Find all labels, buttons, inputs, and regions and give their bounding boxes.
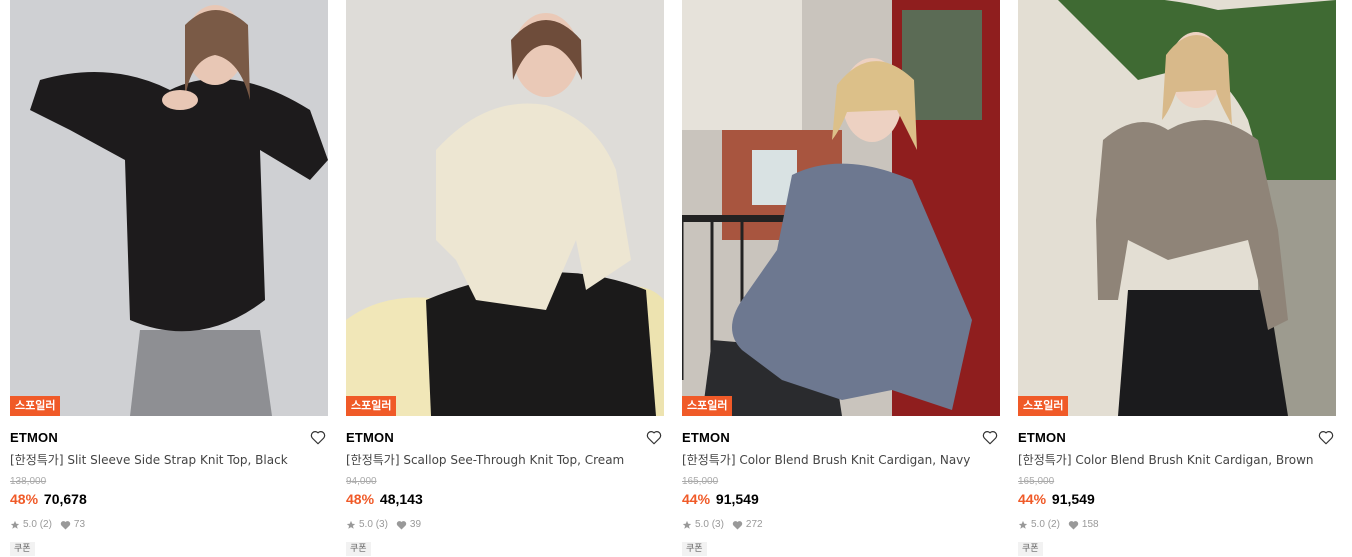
review-count: (3)	[711, 519, 724, 530]
coupon-tag: 쿠폰	[10, 542, 35, 556]
spoiler-badge: 스포일러	[346, 396, 397, 416]
sale-price: 91,549	[715, 491, 759, 507]
product-name[interactable]: [한정특가] Scallop See-Through Knit Top, Cre…	[346, 452, 664, 468]
star-icon	[1018, 520, 1028, 529]
rating: 5.0	[23, 519, 37, 530]
original-price: 165,000	[1018, 476, 1055, 487]
like-count: 158	[1081, 519, 1099, 530]
like-count: 272	[745, 519, 763, 530]
spoiler-badge: 스포일러	[10, 396, 61, 416]
heart-icon[interactable]	[981, 428, 999, 446]
product-image[interactable]: 스포일러	[682, 0, 1000, 416]
product-photo-brown-cardigan	[1018, 0, 1336, 416]
brand-name[interactable]: ETMON	[346, 430, 664, 446]
product-image[interactable]: 스포일러	[10, 0, 328, 416]
discount-rate: 48%	[346, 491, 375, 507]
review-count: (2)	[1047, 519, 1060, 530]
product-photo-navy-cardigan	[682, 0, 1000, 416]
sale-price: 91,549	[1051, 491, 1095, 507]
rating: 5.0	[359, 519, 373, 530]
like-count: 73	[73, 519, 86, 530]
heart-filled-icon	[732, 521, 743, 530]
review-meta: 5.0 (3) 39	[346, 519, 664, 531]
sale-price: 48,143	[379, 491, 423, 507]
brand-name[interactable]: ETMON	[10, 430, 328, 446]
review-meta: 5.0 (2) 73	[10, 519, 328, 531]
price-row: 44% 91,549	[1018, 490, 1336, 508]
product-card[interactable]: 스포일러 ETMON [한정특가] Scallop See-Through Kn…	[346, 0, 664, 557]
brand-name[interactable]: ETMON	[1018, 430, 1336, 446]
star-icon	[346, 520, 356, 529]
spoiler-badge: 스포일러	[1018, 396, 1069, 416]
product-name[interactable]: [한정특가] Slit Sleeve Side Strap Knit Top, …	[10, 452, 328, 468]
original-price: 165,000	[682, 476, 719, 487]
coupon-tag: 쿠폰	[346, 542, 371, 556]
sale-price: 70,678	[43, 491, 87, 507]
original-price: 94,000	[346, 476, 377, 487]
discount-rate: 44%	[682, 491, 711, 507]
like-count: 39	[409, 519, 422, 530]
star-icon	[10, 520, 20, 529]
heart-icon[interactable]	[309, 428, 327, 446]
coupon-tag: 쿠폰	[1018, 542, 1043, 556]
spoiler-badge: 스포일러	[682, 396, 733, 416]
product-name[interactable]: [한정특가] Color Blend Brush Knit Cardigan, …	[682, 452, 1000, 468]
heart-filled-icon	[1068, 521, 1079, 530]
review-count: (2)	[39, 519, 52, 530]
product-photo-cream-knit	[346, 0, 664, 416]
coupon-tag: 쿠폰	[682, 542, 707, 556]
product-card[interactable]: 스포일러 ETMON [한정특가] Slit Sleeve Side Strap…	[10, 0, 328, 557]
product-image[interactable]: 스포일러	[1018, 0, 1336, 416]
star-icon	[682, 520, 692, 529]
product-grid: 스포일러 ETMON [한정특가] Slit Sleeve Side Strap…	[0, 0, 1352, 557]
product-card[interactable]: 스포일러 ETMON [한정특가] Color Blend Brush Knit…	[1018, 0, 1336, 557]
review-count: (3)	[375, 519, 388, 530]
rating: 5.0	[1031, 519, 1045, 530]
review-meta: 5.0 (3) 272	[682, 519, 1000, 531]
rating: 5.0	[695, 519, 709, 530]
discount-rate: 44%	[1018, 491, 1047, 507]
price-row: 44% 91,549	[682, 490, 1000, 508]
original-price: 138,000	[10, 476, 47, 487]
price-row: 48% 48,143	[346, 490, 664, 508]
product-photo-black-knit	[10, 0, 328, 416]
heart-filled-icon	[60, 521, 71, 530]
brand-name[interactable]: ETMON	[682, 430, 1000, 446]
heart-icon[interactable]	[1317, 428, 1335, 446]
product-name[interactable]: [한정특가] Color Blend Brush Knit Cardigan, …	[1018, 452, 1336, 468]
product-image[interactable]: 스포일러	[346, 0, 664, 416]
product-card[interactable]: 스포일러 ETMON [한정특가] Color Blend Brush Knit…	[682, 0, 1000, 557]
review-meta: 5.0 (2) 158	[1018, 519, 1336, 531]
heart-filled-icon	[396, 521, 407, 530]
price-row: 48% 70,678	[10, 490, 328, 508]
discount-rate: 48%	[10, 491, 39, 507]
heart-icon[interactable]	[645, 428, 663, 446]
